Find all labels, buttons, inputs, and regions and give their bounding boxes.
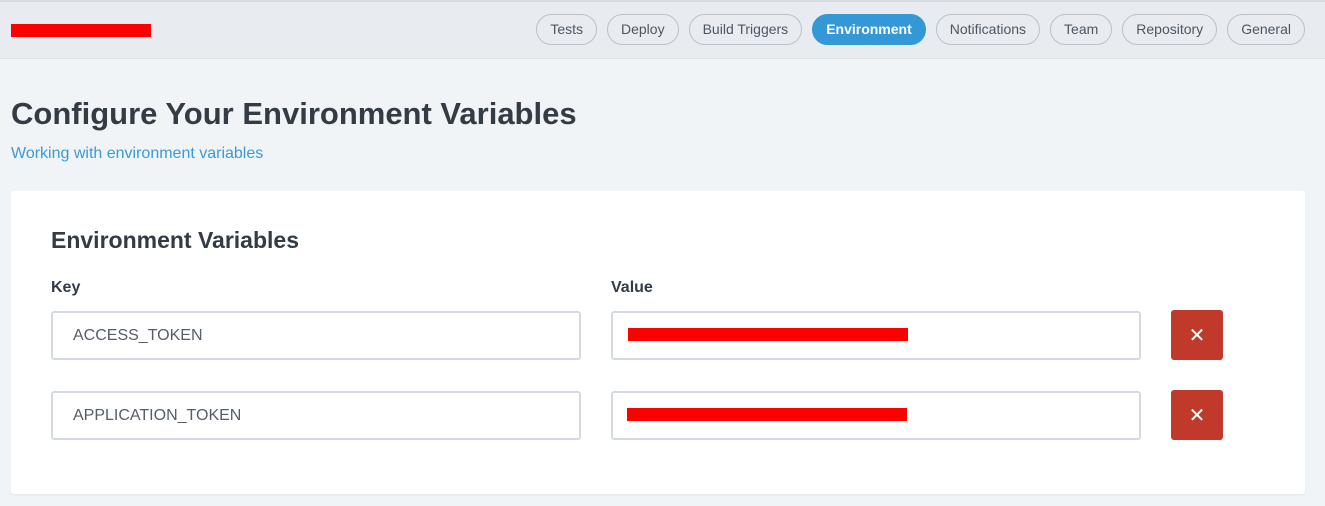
settings-tabs: Tests Deploy Build Triggers Environment … [536,14,1305,45]
value-input-application-token[interactable] [611,391,1141,440]
tab-deploy[interactable]: Deploy [607,14,679,45]
tab-general[interactable]: General [1227,14,1305,45]
project-name-redacted [11,24,151,37]
tab-team[interactable]: Team [1050,14,1113,45]
tab-notifications[interactable]: Notifications [935,14,1041,45]
tab-environment[interactable]: Environment [812,14,926,45]
close-icon: ✕ [1188,323,1206,347]
close-icon: ✕ [1188,403,1206,427]
page-title: Configure Your Environment Variables [11,96,577,131]
environment-variables-card: Environment Variables Key Value ACCESS_T… [11,191,1305,494]
delete-row-button[interactable]: ✕ [1171,390,1223,440]
top-navigation-bar: Tests Deploy Build Triggers Environment … [0,0,1325,59]
key-column-label: Key [51,279,81,296]
value-input-access-token[interactable] [611,311,1141,360]
card-title: Environment Variables [51,227,299,253]
key-input-application-token[interactable]: APPLICATION_TOKEN [51,391,581,440]
key-input-access-token[interactable]: ACCESS_TOKEN [51,311,581,360]
tab-repository[interactable]: Repository [1122,14,1218,45]
tab-build-triggers[interactable]: Build Triggers [688,14,803,45]
tab-tests[interactable]: Tests [536,14,597,45]
value-column-label: Value [611,279,653,296]
value-redacted [628,328,908,341]
environment-variables-help-link[interactable]: Working with environment variables [11,145,263,163]
delete-row-button[interactable]: ✕ [1171,310,1223,360]
value-redacted [627,408,907,421]
